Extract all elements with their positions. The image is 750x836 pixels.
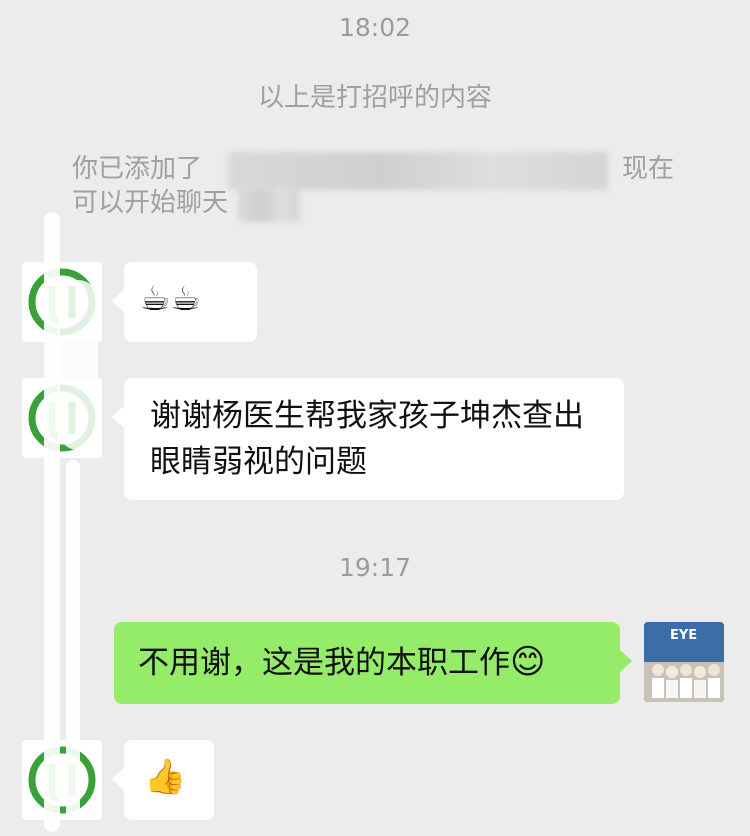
reply-message-text: 不用谢，这是我的本职工作 <box>138 645 510 681</box>
thanks-message-bubble[interactable]: 谢谢杨医生帮我家孩子坤杰查出眼睛弱视的问题 <box>112 378 624 500</box>
photo-badge-text: EYE <box>670 628 698 643</box>
self-avatar[interactable]: EYE <box>644 622 724 702</box>
coffee-emoji: ☕☕ <box>140 279 201 319</box>
thumbs-message-bubble[interactable]: 👍 <box>112 740 214 820</box>
added-note-prefix: 你已添加了 <box>72 154 203 184</box>
privacy-scribble <box>58 280 98 450</box>
smile-emoji: 😊 <box>510 642 546 682</box>
contact-avatar[interactable] <box>22 740 102 820</box>
coffee-message-bubble[interactable]: ☕☕ <box>112 262 257 342</box>
added-note-line2: 可以开始聊天 <box>72 188 229 218</box>
thumbs-up-emoji: 👍 <box>144 757 187 797</box>
timestamp: 19:17 <box>338 553 412 582</box>
redacted-tail <box>238 188 300 222</box>
reply-message-bubble[interactable]: 不用谢，这是我的本职工作😊 <box>114 622 632 704</box>
thanks-message-text: 谢谢杨医生帮我家孩子坤杰查出眼睛弱视的问题 <box>150 398 584 480</box>
contact-logo-icon <box>28 746 96 814</box>
timestamp: 18:02 <box>338 13 412 42</box>
added-note-suffix: 现在 <box>622 154 675 184</box>
privacy-scribble <box>66 460 80 820</box>
greeting-system-note: 以上是打招呼的内容 <box>257 83 492 113</box>
redacted-name <box>228 152 608 190</box>
